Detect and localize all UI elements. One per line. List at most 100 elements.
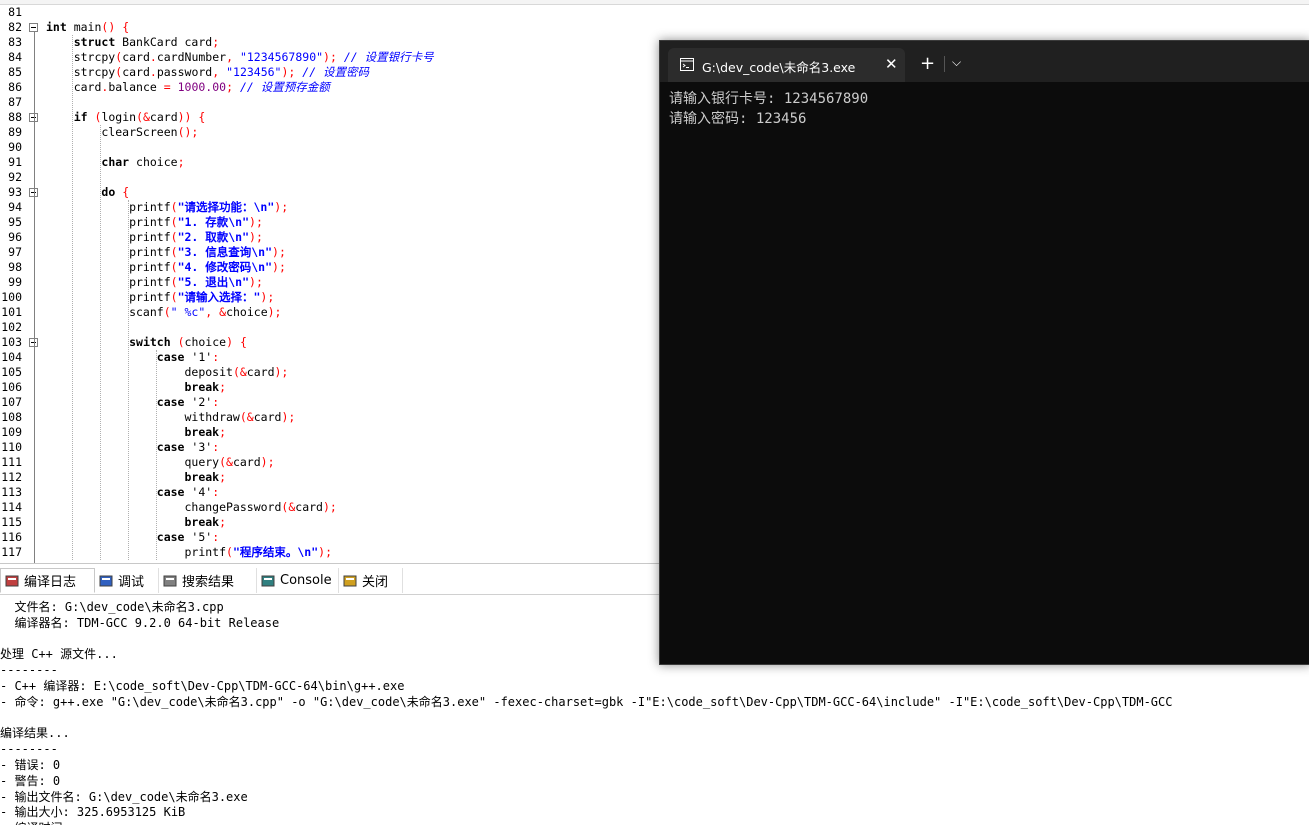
code-text: printf("2. 取款\n"); [46, 230, 263, 244]
log-line: - 命令: g++.exe "G:\dev_code\未命名3.cpp" -o … [0, 694, 1173, 709]
tab-debug[interactable]: 调试 [95, 568, 159, 593]
code-text: printf("程序结束。\n"); [46, 545, 333, 559]
line-number: 84 [8, 50, 22, 64]
code-text: switch (choice) { [129, 335, 247, 349]
line-number: 93 [8, 185, 22, 199]
code-text: printf("请输入选择："); [46, 290, 275, 304]
line-number: 88 [8, 110, 22, 124]
indent-guide [128, 200, 129, 560]
tab-close-panel[interactable]: 关闭 [339, 568, 403, 593]
code-text: break; [184, 425, 227, 439]
line-number: 115 [1, 515, 22, 529]
log-line: -------- [0, 663, 58, 678]
screen: 81 82 int main() {83 struct BankCard card;… [0, 0, 1309, 825]
line-number: 91 [8, 155, 22, 169]
search-results-icon [163, 574, 177, 588]
titlebar-divider [944, 56, 945, 72]
chevron-down-icon[interactable]: ⌵ [952, 55, 961, 70]
code-text: scanf(" %c", &choice); [46, 305, 282, 319]
line-number: 110 [1, 440, 22, 454]
code-text: printf("1. 存款\n"); [46, 215, 263, 229]
indent-guide [156, 350, 157, 560]
terminal-line: 请输入银行卡号: 1234567890 [669, 91, 869, 107]
terminal-line: 请输入密码: 123456 [669, 111, 807, 127]
line-number: 109 [1, 425, 22, 439]
log-line: - C++ 编译器: E:\code_soft\Dev-Cpp\TDM-GCC-… [0, 679, 405, 693]
code-text: break; [184, 380, 227, 394]
code-text: break; [184, 470, 227, 484]
console-app-icon [680, 58, 694, 71]
line-number: 81 [8, 5, 22, 19]
code-text: withdraw(&card); [46, 410, 296, 424]
line-number: 82 [8, 20, 22, 34]
line-number: 102 [1, 320, 22, 334]
log-line: - 错误: 0 [0, 758, 61, 772]
line-number: 112 [1, 470, 22, 484]
line-number: 107 [1, 395, 22, 409]
code-line[interactable]: 82 int main() { [0, 20, 1309, 35]
terminal-tab[interactable]: G:\dev_code\未命名3.exe ✕ [668, 48, 905, 82]
log-line: 处理 C++ 源文件... [0, 647, 118, 662]
code-text: query(&card); [46, 455, 275, 469]
log-line: 编译器名: TDM-GCC 9.2.0 64-bit Release [0, 615, 280, 630]
line-number: 90 [8, 140, 22, 154]
line-number: 97 [8, 245, 22, 259]
compile-log-icon [5, 574, 19, 588]
code-text: printf("4. 修改密码\n"); [46, 260, 286, 274]
terminal-output[interactable]: 请输入银行卡号: 1234567890 请输入密码: 123456 [660, 82, 1309, 664]
line-number: 89 [8, 125, 22, 139]
terminal-window[interactable]: G:\dev_code\未命名3.exe ✕ + ⌵ 请输入银行卡号: 1234… [659, 40, 1309, 665]
tab-label: 编译日志 [24, 575, 77, 590]
line-number: 101 [1, 305, 22, 319]
tab-label: 关闭 [362, 575, 389, 590]
line-number: 86 [8, 80, 22, 94]
line-number: 114 [1, 500, 22, 514]
line-number: 85 [8, 65, 22, 79]
line-number: 106 [1, 380, 22, 394]
close-panel-icon [343, 574, 357, 588]
line-number: 105 [1, 365, 22, 379]
code-text: changePassword(&card); [46, 500, 337, 514]
tab-label: 调试 [118, 575, 145, 590]
line-number: 87 [8, 95, 22, 109]
log-line: - 输出大小: 325.6953125 KiB [0, 805, 186, 820]
line-number: 92 [8, 170, 22, 184]
code-text: deposit(&card); [46, 365, 289, 379]
line-number: 103 [1, 335, 22, 349]
line-number: 95 [8, 215, 22, 229]
line-number: 96 [8, 230, 22, 244]
code-line[interactable]: 81 [0, 5, 1309, 20]
log-line: -------- [0, 742, 58, 757]
tab-compile-log[interactable]: 编译日志 [0, 568, 95, 593]
fold-toggle-icon[interactable] [29, 23, 38, 32]
line-number: 111 [1, 455, 22, 469]
log-line: - 编译时间: [0, 820, 77, 825]
code-text: printf("请选择功能：\n"); [46, 200, 289, 214]
indent-guide [100, 125, 101, 560]
code-text: char choice; [101, 155, 185, 169]
line-number: 116 [1, 530, 22, 544]
line-number: 117 [1, 545, 22, 559]
tab-label: Console [280, 573, 332, 588]
close-icon[interactable]: ✕ [885, 55, 898, 73]
terminal-tab-title: G:\dev_code\未命名3.exe [702, 60, 856, 75]
code-text: strcpy(card.cardNumber, "1234567890"); /… [46, 50, 434, 64]
log-line: 文件名: G:\dev_code\未命名3.cpp [0, 600, 224, 614]
tab-label: 搜索结果 [182, 575, 235, 590]
log-line: - 输出文件名: G:\dev_code\未命名3.exe [0, 789, 248, 804]
line-number: 83 [8, 35, 22, 49]
code-text: strcpy(card.password, "123456"); // 设置密码 [46, 65, 370, 79]
code-text: printf("5. 退出\n"); [46, 275, 263, 289]
terminal-titlebar[interactable]: G:\dev_code\未命名3.exe ✕ + ⌵ [660, 41, 1309, 82]
tab-search-results[interactable]: 搜索结果 [159, 568, 257, 593]
line-number: 94 [8, 200, 22, 214]
tab-console[interactable]: Console [257, 568, 339, 593]
log-line: 编译结果... [0, 726, 70, 741]
line-number: 104 [1, 350, 22, 364]
code-text: clearScreen(); [46, 125, 199, 139]
code-text: break; [184, 515, 227, 529]
new-tab-button[interactable]: + [920, 53, 935, 74]
line-number: 99 [8, 275, 22, 289]
fold-gutter-line [34, 32, 35, 563]
code-text: card.balance = 1000.00; // 设置预存金额 [46, 80, 330, 94]
